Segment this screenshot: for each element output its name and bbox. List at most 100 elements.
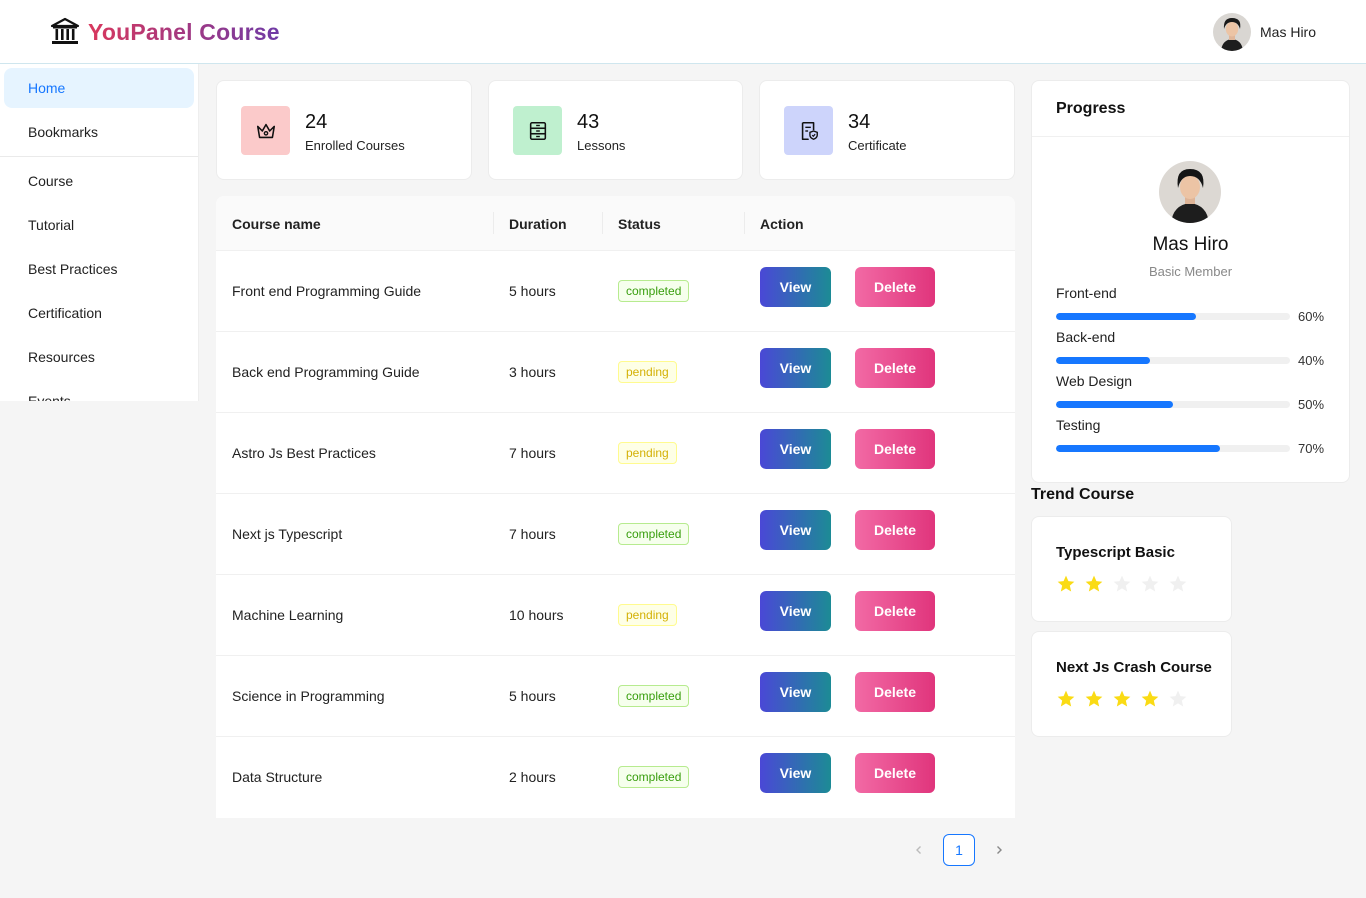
progress-title: Progress — [1032, 81, 1349, 137]
course-duration: 10 hours — [509, 607, 564, 623]
crown-icon — [256, 123, 275, 138]
status-cell: completed — [618, 737, 690, 817]
skill-label: Web Design — [1056, 373, 1133, 389]
trend-course-card[interactable]: Next Js Crash Course — [1031, 631, 1232, 737]
delete-button[interactable]: Delete — [855, 591, 935, 631]
star-empty-icon[interactable] — [1112, 574, 1132, 594]
stat-label: Enrolled Courses — [305, 138, 405, 153]
status-badge: pending — [618, 361, 677, 383]
star-rating[interactable] — [1056, 574, 1196, 594]
status-cell: completed — [618, 494, 690, 574]
view-button[interactable]: View — [760, 672, 831, 712]
table-row: Next js Typescript 7 hours completed Vie… — [216, 494, 1015, 575]
brand[interactable]: YouPanel Course — [50, 17, 280, 47]
course-name: Front end Programming Guide — [232, 283, 422, 299]
table-row: Data Structure 2 hours completed View De… — [216, 737, 1015, 818]
sidebar-item-course[interactable]: Course — [4, 161, 194, 201]
star-filled-icon[interactable] — [1056, 574, 1076, 594]
progress-fill — [1056, 401, 1173, 408]
table-row: Front end Programming Guide 5 hours comp… — [216, 251, 1015, 332]
table-row: Astro Js Best Practices 7 hours pending … — [216, 413, 1015, 494]
profile-role: Basic Member — [1148, 264, 1233, 279]
progress-bar-front-end — [1056, 313, 1290, 320]
sidebar-item-label: Bookmarks — [28, 124, 99, 140]
column-header-duration[interactable]: Duration — [509, 196, 567, 251]
course-duration: 2 hours — [509, 769, 556, 785]
view-button[interactable]: View — [760, 348, 831, 388]
column-header-action[interactable]: Action — [760, 196, 804, 251]
star-filled-icon[interactable] — [1140, 689, 1160, 709]
sidebar-item-label: Events — [28, 393, 71, 401]
skill-label: Front-end — [1056, 285, 1117, 301]
status-badge: pending — [618, 604, 677, 626]
star-empty-icon[interactable] — [1140, 574, 1160, 594]
delete-button[interactable]: Delete — [855, 348, 935, 388]
view-button[interactable]: View — [760, 510, 831, 550]
course-name: Next js Typescript — [232, 526, 343, 542]
star-filled-icon[interactable] — [1056, 689, 1076, 709]
table-row: Machine Learning 10 hours pending View D… — [216, 575, 1015, 656]
column-header-status[interactable]: Status — [618, 196, 661, 251]
stat-card-certificate: 34 Certificate — [759, 80, 1015, 180]
delete-button[interactable]: Delete — [855, 753, 935, 793]
pagination-page-current[interactable]: 1 — [943, 834, 975, 866]
view-button[interactable]: View — [760, 591, 831, 631]
skill-label: Back-end — [1056, 329, 1116, 345]
chevron-right-icon — [997, 846, 1002, 854]
progress-fill — [1056, 357, 1150, 364]
course-duration: 3 hours — [509, 364, 556, 380]
progress-percent: 60% — [1298, 309, 1325, 324]
column-separator — [744, 212, 745, 234]
course-name: Science in Programming — [232, 688, 385, 704]
column-separator — [602, 212, 603, 234]
status-cell: completed — [618, 251, 690, 331]
star-filled-icon[interactable] — [1084, 689, 1104, 709]
star-filled-icon[interactable] — [1084, 574, 1104, 594]
delete-button[interactable]: Delete — [855, 267, 935, 307]
delete-button[interactable]: Delete — [855, 429, 935, 469]
sidebar-item-resources[interactable]: Resources — [4, 337, 194, 377]
pagination-prev[interactable] — [909, 840, 929, 860]
progress-fill — [1056, 445, 1220, 452]
trend-course-card[interactable]: Typescript Basic — [1031, 516, 1232, 622]
star-rating[interactable] — [1056, 689, 1196, 709]
status-badge: completed — [618, 766, 690, 788]
brand-title: YouPanel Course — [88, 18, 280, 45]
chevron-left-icon — [916, 846, 921, 854]
progress-bar-back-end — [1056, 357, 1290, 364]
course-name: Astro Js Best Practices — [232, 445, 376, 461]
status-cell: completed — [618, 656, 690, 736]
sidebar-item-label: Course — [28, 173, 74, 189]
stat-value: 24 — [305, 111, 328, 133]
status-badge: completed — [618, 280, 690, 302]
stat-card-enrolled: 24 Enrolled Courses — [216, 80, 472, 180]
sidebar-item-certification[interactable]: Certification — [4, 293, 194, 333]
user-name: Mas Hiro — [1260, 24, 1317, 40]
archive-icon — [529, 121, 546, 140]
view-button[interactable]: View — [760, 429, 831, 469]
view-button[interactable]: View — [760, 753, 831, 793]
header: YouPanel Course Mas Hiro — [0, 0, 1366, 64]
delete-button[interactable]: Delete — [855, 672, 935, 712]
view-button[interactable]: View — [760, 267, 831, 307]
certificate-icon — [801, 121, 818, 140]
progress-percent: 70% — [1298, 441, 1325, 456]
star-filled-icon[interactable] — [1112, 689, 1132, 709]
pagination-next[interactable] — [989, 840, 1009, 860]
status-cell: pending — [618, 413, 677, 493]
trend-course-name: Typescript Basic — [1056, 544, 1175, 561]
progress-card: Progress Mas Hiro Basic Member Front-end… — [1031, 80, 1350, 483]
star-empty-icon[interactable] — [1168, 574, 1188, 594]
sidebar-item-events[interactable]: Events — [4, 381, 194, 401]
sidebar-item-tutorial[interactable]: Tutorial — [4, 205, 194, 245]
sidebar-item-best-practices[interactable]: Best Practices — [4, 249, 194, 289]
delete-button[interactable]: Delete — [855, 510, 935, 550]
table-row: Back end Programming Guide 3 hours pendi… — [216, 332, 1015, 413]
course-duration: 5 hours — [509, 688, 556, 704]
sidebar-item-bookmarks[interactable]: Bookmarks — [4, 112, 194, 152]
user-menu[interactable]: Mas Hiro — [1213, 13, 1316, 51]
column-header-course-name[interactable]: Course name — [232, 196, 321, 251]
sidebar-item-home[interactable]: Home — [4, 68, 194, 108]
progress-fill — [1056, 313, 1197, 320]
star-empty-icon[interactable] — [1168, 689, 1188, 709]
